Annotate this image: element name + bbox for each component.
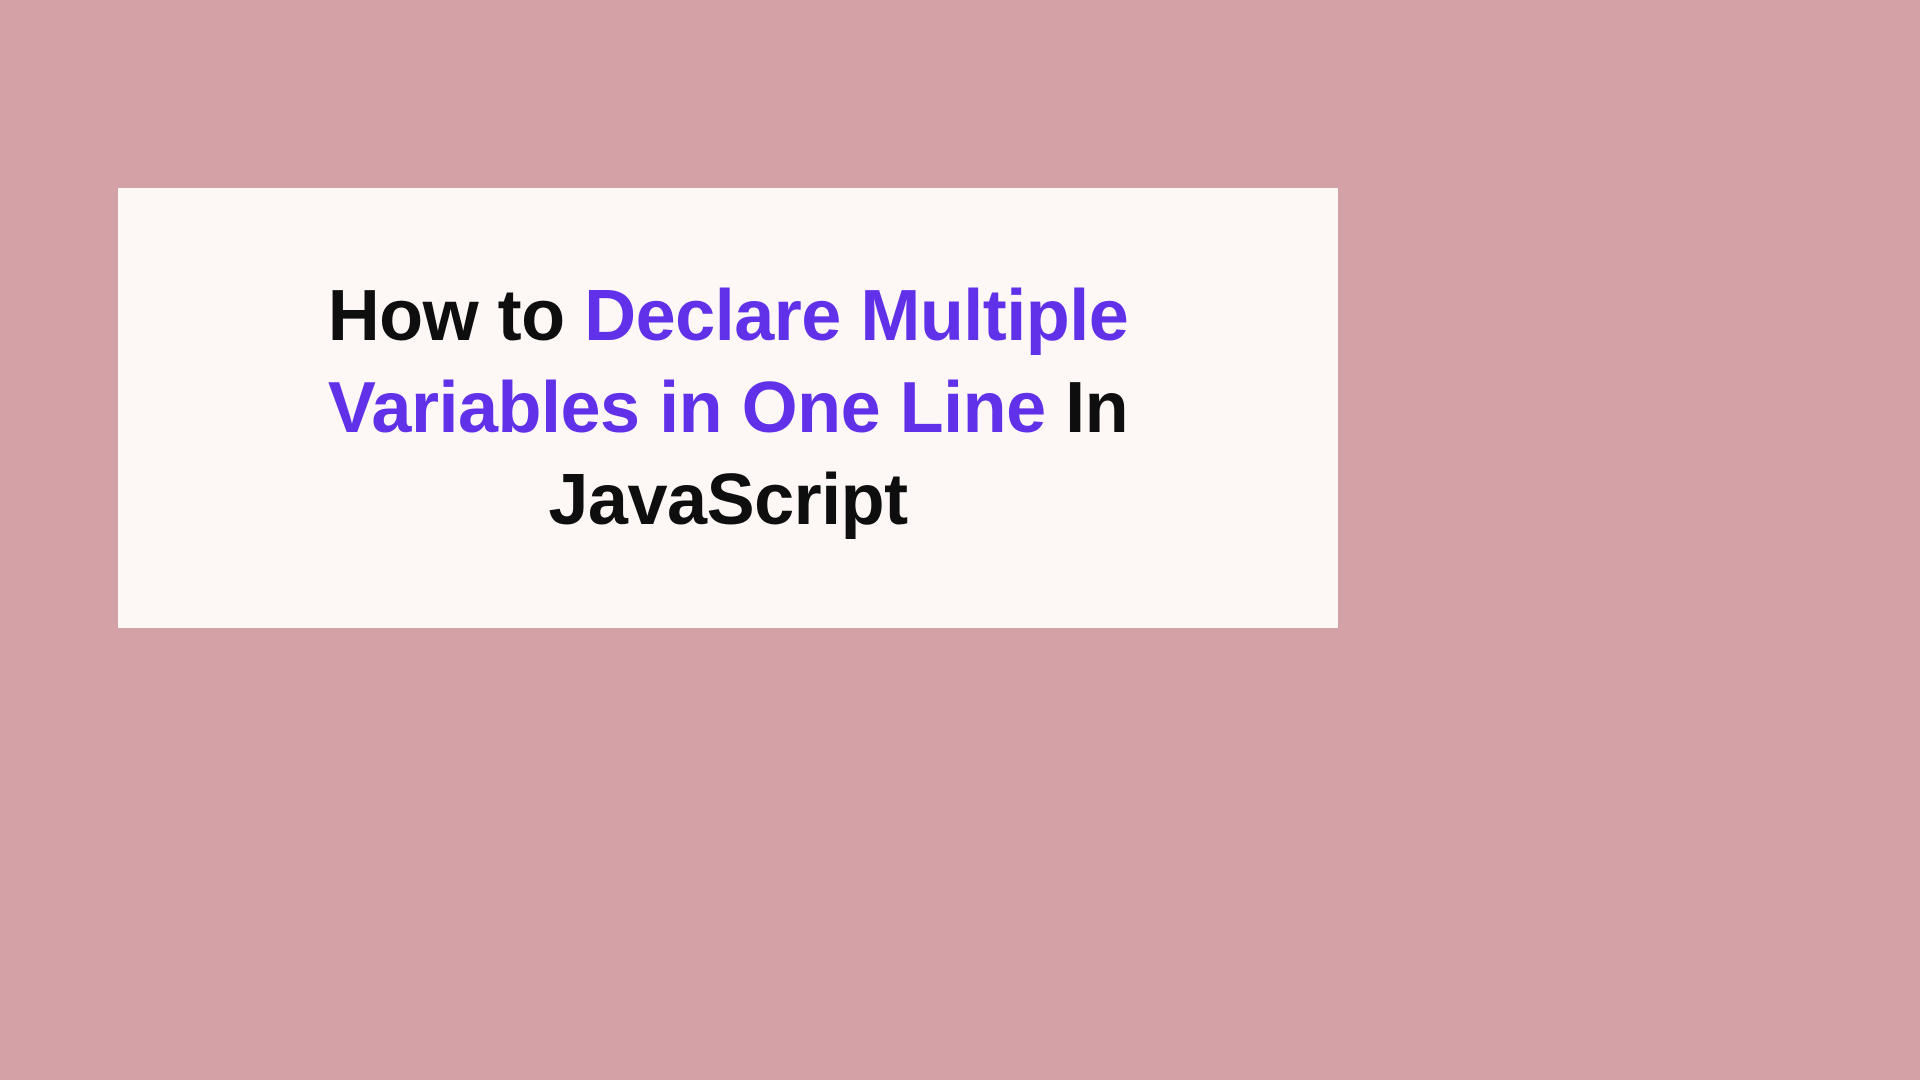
- title-accent-line1: Declare Multiple: [584, 276, 1128, 356]
- title-card: How to Declare Multiple Variables in One…: [118, 188, 1338, 628]
- title-accent-line2: Variables in One Line: [328, 368, 1046, 448]
- title-text-javascript: JavaScript: [548, 460, 907, 540]
- title-text-in: In: [1046, 368, 1129, 448]
- page-title: How to Declare Multiple Variables in One…: [328, 270, 1129, 546]
- title-text-prefix: How to: [328, 276, 584, 356]
